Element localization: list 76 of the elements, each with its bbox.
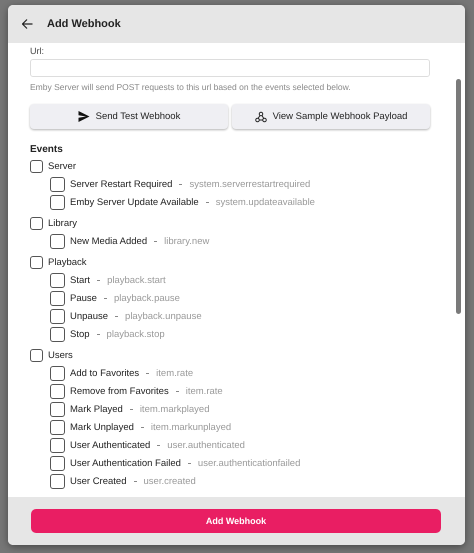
dialog-title: Add Webhook: [47, 18, 121, 30]
event-id: item.rate: [156, 368, 194, 378]
url-label: Url:: [30, 46, 45, 56]
event-label: User Authentication Failed: [70, 458, 181, 468]
separator-dash: [140, 426, 144, 428]
checkbox[interactable]: [30, 160, 43, 172]
separator-dash: [134, 480, 136, 482]
event-label: Mark Played: [70, 404, 123, 414]
event-id: user.authenticated: [167, 440, 245, 450]
separator-dash: [96, 334, 100, 336]
separator-dash: [176, 390, 179, 392]
checkbox[interactable]: [50, 176, 65, 192]
checkbox[interactable]: [50, 194, 65, 210]
separator-dash: [97, 280, 100, 282]
event-label: Unpause: [70, 310, 108, 322]
event-id: item.rate: [186, 386, 223, 396]
event-id: system.serverrestartrequired: [189, 178, 310, 190]
webhook-icon: [254, 110, 267, 122]
separator-dash: [115, 316, 118, 318]
event-label: User Created: [70, 476, 126, 486]
checkbox[interactable]: [50, 308, 65, 324]
group-label: Playback: [48, 256, 87, 268]
event-id: playback.pause: [114, 292, 180, 304]
url-help-text: Emby Server will send POST requests to this url based on the events selected below.: [30, 82, 352, 92]
checkbox[interactable]: [50, 402, 65, 416]
event-id: playback.start: [107, 274, 166, 286]
event-id: playback.unpause: [125, 310, 202, 322]
separator-dash: [104, 298, 107, 300]
event-id: playback.stop: [106, 328, 165, 340]
event-label: New Media Added: [70, 236, 148, 246]
separator-dash: [188, 462, 191, 464]
separator-dash: [154, 240, 158, 242]
event-label: Start: [70, 274, 90, 286]
send-test-button[interactable]: Send Test Webhook: [30, 104, 228, 129]
group-label: Users: [48, 350, 73, 360]
group-label: Server: [48, 160, 76, 172]
checkbox[interactable]: [50, 366, 65, 380]
event-label: User Authenticated: [70, 440, 150, 450]
event-label: Add to Favorites: [70, 368, 140, 378]
checkbox[interactable]: [50, 420, 65, 434]
separator-dash: [206, 202, 209, 204]
event-label: Stop: [70, 328, 90, 340]
view-payload-button[interactable]: View Sample Webhook Payload: [232, 104, 430, 129]
event-label: Remove from Favorites: [70, 386, 169, 396]
event-id: library.new: [164, 236, 210, 246]
separator-dash: [146, 372, 150, 374]
checkbox[interactable]: [50, 474, 65, 488]
checkbox[interactable]: [50, 438, 65, 452]
separator-dash: [179, 184, 182, 186]
checkbox[interactable]: [50, 384, 65, 398]
scrollbar-thumb[interactable]: [456, 79, 461, 314]
separator-dash: [157, 444, 160, 446]
send-icon: [78, 111, 90, 122]
group-label: Library: [48, 218, 78, 228]
event-label: Emby Server Update Available: [70, 196, 199, 208]
url-input[interactable]: [30, 59, 430, 77]
checkbox[interactable]: [50, 290, 65, 306]
checkbox[interactable]: [30, 256, 43, 268]
checkbox[interactable]: [50, 234, 65, 248]
checkbox[interactable]: [50, 456, 65, 470]
checkbox[interactable]: [50, 326, 65, 342]
event-label: Pause: [70, 292, 97, 304]
event-id: item.markplayed: [140, 404, 210, 414]
event-id: user.authenticationfailed: [198, 458, 300, 468]
add-webhook-button[interactable]: Add Webhook: [31, 509, 441, 533]
back-arrow-icon[interactable]: [22, 19, 33, 29]
event-id: item.markunplayed: [150, 422, 232, 432]
event-id: system.updateavailable: [216, 196, 315, 208]
event-label: Mark Unplayed: [70, 422, 134, 432]
checkbox[interactable]: [30, 216, 43, 230]
events-heading: Events: [30, 144, 64, 155]
checkbox[interactable]: [30, 348, 43, 362]
event-id: user.created: [144, 476, 196, 486]
event-label: Server Restart Required: [70, 178, 172, 190]
checkbox[interactable]: [50, 272, 65, 288]
separator-dash: [130, 408, 133, 410]
